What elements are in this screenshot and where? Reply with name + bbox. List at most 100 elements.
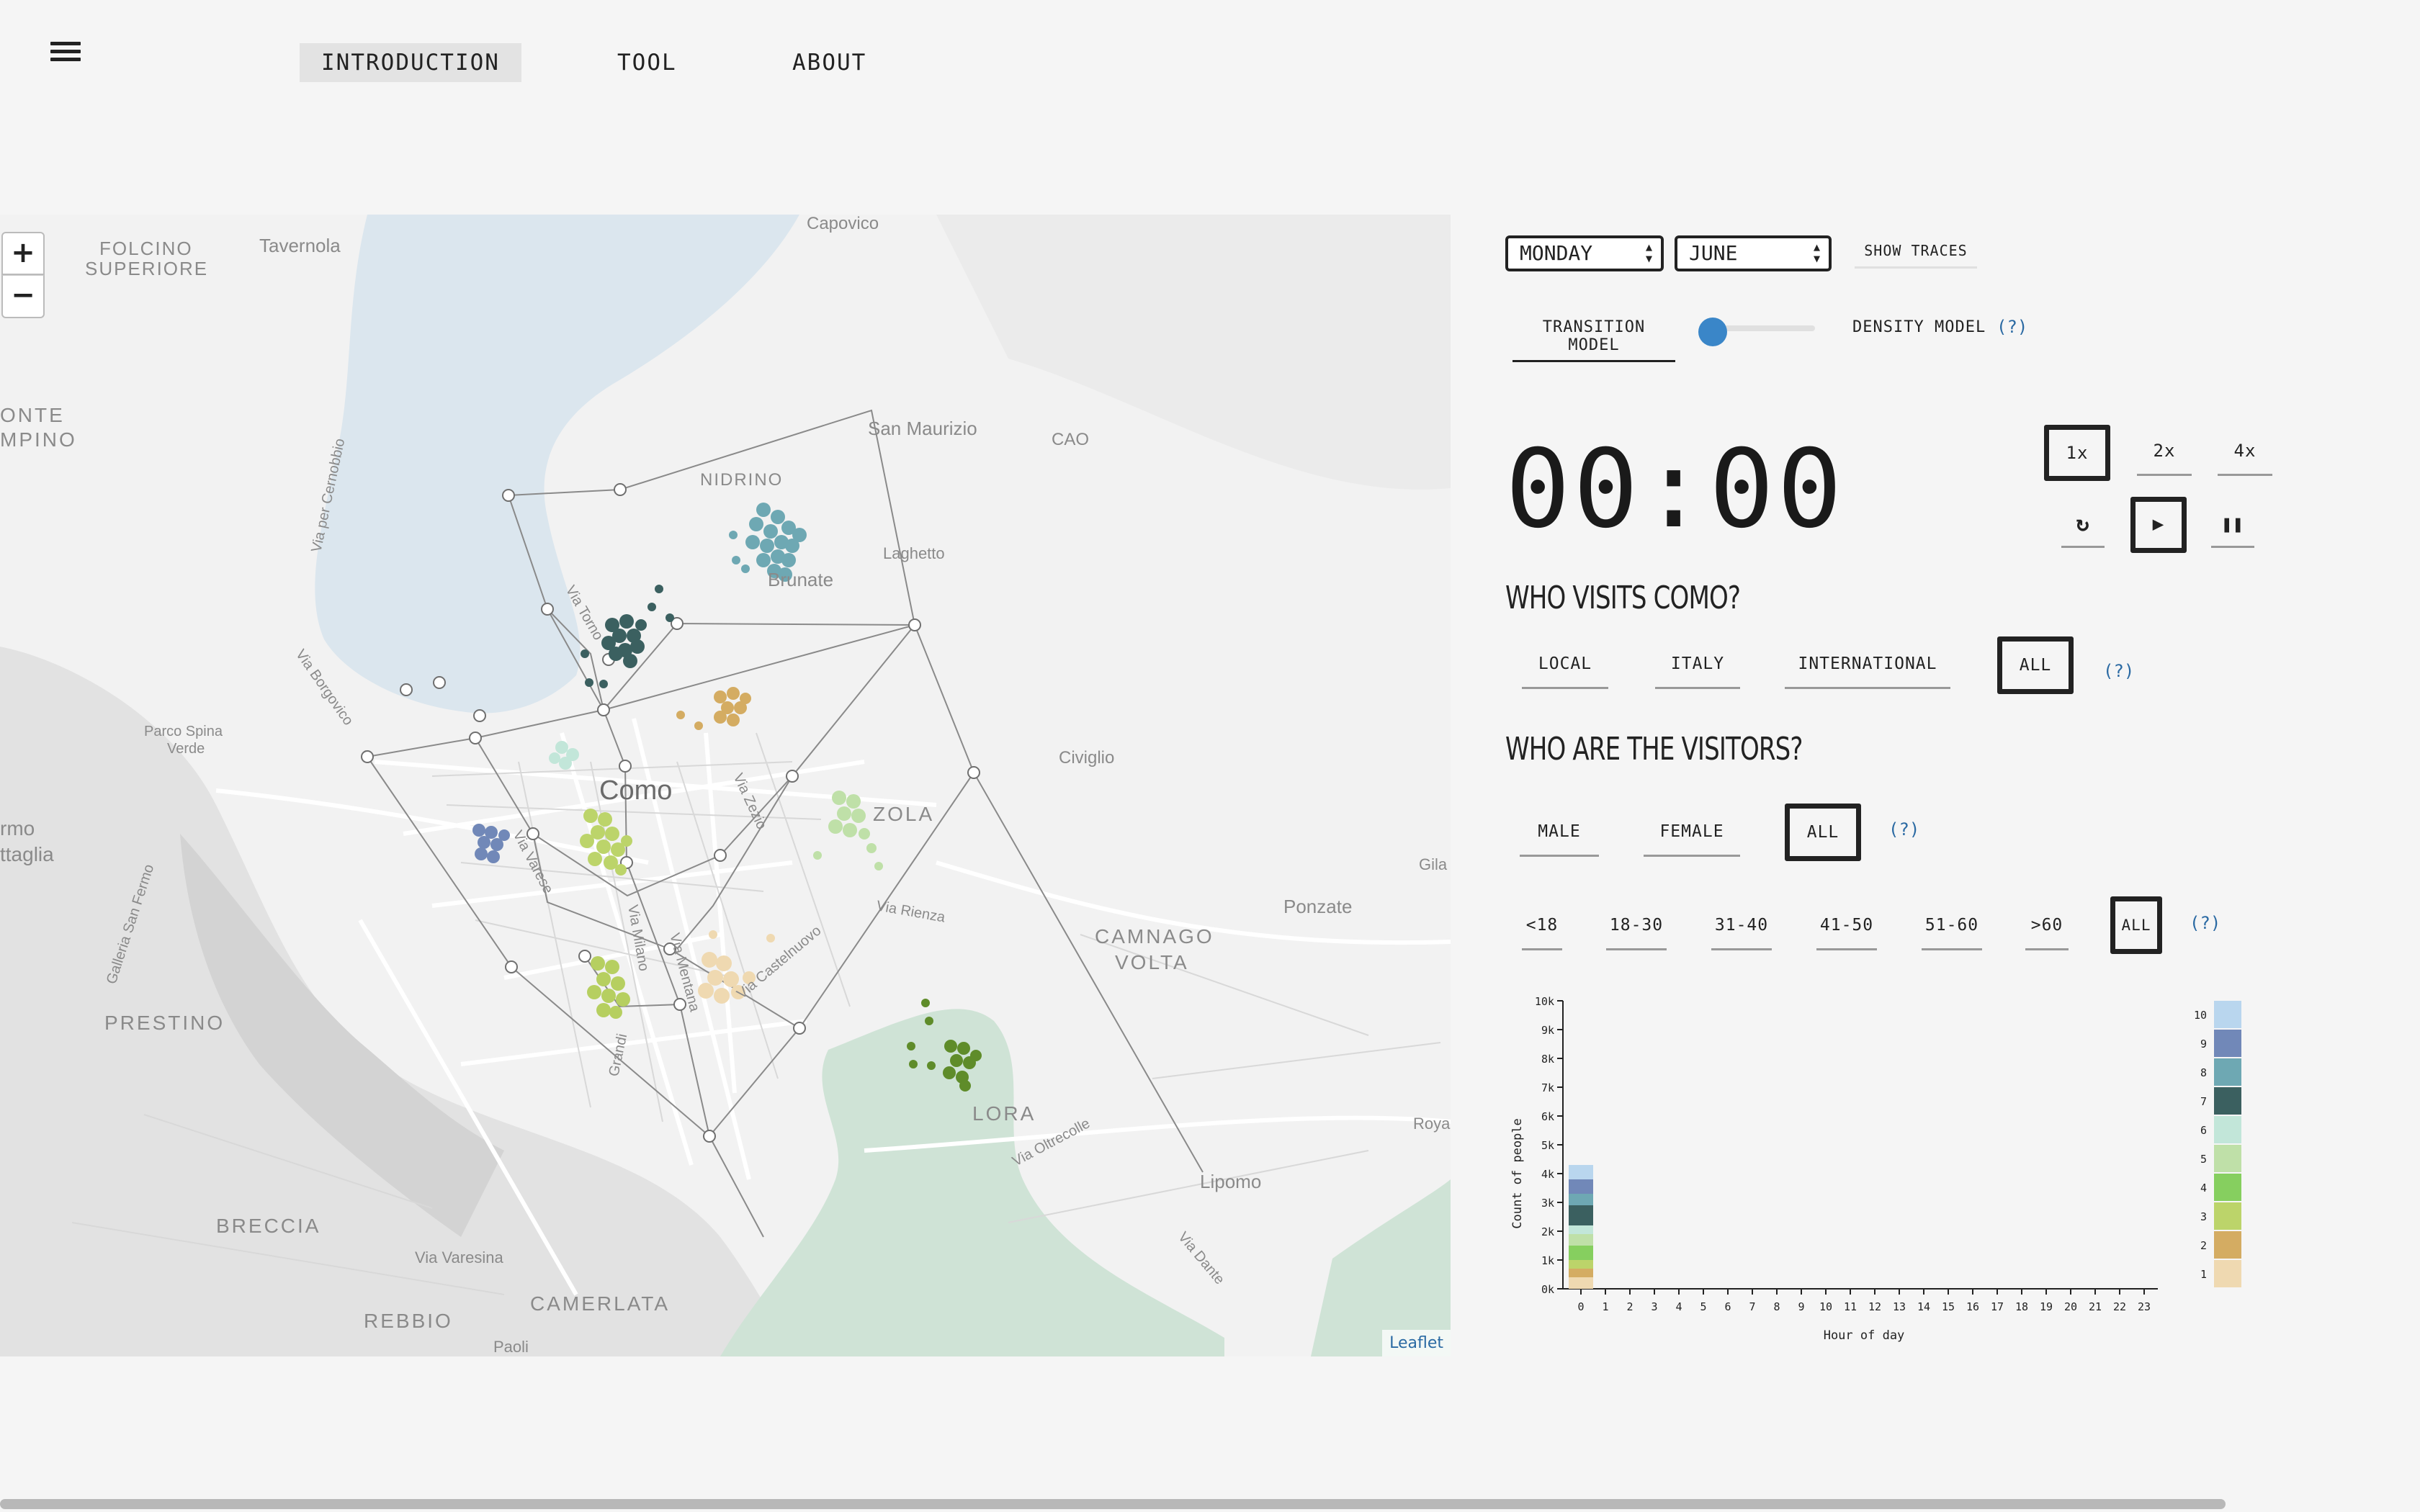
map[interactable]: Capovico FOLCINO SUPERIORE Tavernola ONT… [0,215,1451,1356]
help-gender-link[interactable]: (?) [1888,819,1919,840]
label-rebbio: REBBIO [364,1310,453,1332]
x-tick-label: 0 [1577,1300,1584,1313]
x-tick-label: 19 [2040,1300,2053,1313]
age-18-30-button[interactable]: 18-30 [1606,913,1667,950]
label-superiore: SUPERIORE [85,258,208,279]
label-onte: ONTE [0,404,65,426]
terrain-hills [936,215,1451,490]
x-tick-label: 10 [1819,1300,1832,1313]
model-toggle-knob[interactable] [1698,318,1727,346]
label-rmo: rmo [0,817,35,840]
speed-4x-button[interactable]: 4x [2218,436,2272,476]
label-roya: Roya [1413,1115,1451,1133]
label-via-dante: Via Dante [1175,1229,1227,1287]
density-model-label[interactable]: DENSITY MODEL [1852,318,1986,336]
help-age-link[interactable]: (?) [2190,913,2220,933]
y-tick-label: 5k [1541,1139,1554,1152]
label-via-rienza: Via Rienza [875,898,947,926]
label-grandi: Grandi [606,1032,630,1078]
day-select-value: MONDAY [1520,241,1593,265]
reset-icon[interactable]: ↻ [2061,506,2105,548]
nav-introduction[interactable]: INTRODUCTION [300,43,521,82]
label-civiglio: Civiglio [1059,748,1114,768]
legend-label: 1 [2200,1268,2207,1281]
origin-local-button[interactable]: LOCAL [1522,652,1608,689]
legend-label: 2 [2200,1239,2207,1252]
label-camerlata: CAMERLATA [530,1292,670,1315]
origin-italy-button[interactable]: ITALY [1655,652,1740,689]
label-nidrino: NIDRINO [700,470,783,490]
age-51-60-button[interactable]: 51-60 [1922,913,1982,950]
legend-swatch [2214,1174,2241,1201]
origin-international-button[interactable]: INTERNATIONAL [1785,652,1950,689]
label-lipomo: Lipomo [1200,1171,1261,1192]
legend-swatch [2214,1030,2241,1057]
legend-swatch [2214,1058,2241,1086]
day-select[interactable]: MONDAY ▲ ▼ [1505,235,1664,271]
cluster-south-west [587,956,630,1019]
bar-segment [1569,1277,1593,1289]
nav-about[interactable]: ABOUT [771,43,888,82]
show-traces-button[interactable]: SHOW TRACES [1855,242,1977,269]
bar-segment [1569,1269,1593,1277]
y-tick-label: 10k [1535,995,1554,1008]
age-under18-button[interactable]: <18 [1522,913,1562,950]
age-41-50-button[interactable]: 41-50 [1816,913,1877,950]
age-all-button[interactable]: ALL [2110,896,2162,954]
legend-swatch [2214,1260,2241,1287]
gender-all-button[interactable]: ALL [1785,804,1861,861]
origin-all-button[interactable]: ALL [1997,636,2074,694]
speed-2x-button[interactable]: 2x [2137,436,2192,476]
nav-tool[interactable]: TOOL [596,43,699,82]
label-parco-spina: Parco Spina [144,724,223,739]
x-tick-label: 17 [1991,1300,2004,1313]
gender-male-button[interactable]: MALE [1520,819,1599,857]
legend-label: 4 [2200,1182,2207,1194]
bar-segment [1569,1246,1593,1260]
horizontal-scrollbar[interactable] [0,1499,2226,1509]
zoom-in-button[interactable]: + [1,232,45,275]
label-ttaglia: ttaglia [0,843,54,865]
speed-1x-button[interactable]: 1x [2044,425,2110,481]
x-tick-label: 6 [1724,1300,1731,1313]
label-laghetto: Laghetto [883,544,945,562]
label-capovico: Capovico [807,215,879,233]
label-volta: VOLTA [1115,951,1189,973]
y-tick-label: 1k [1541,1254,1554,1267]
map-canvas: Capovico FOLCINO SUPERIORE Tavernola ONT… [0,215,1451,1356]
label-breccia: BRECCIA [216,1215,321,1237]
y-tick-label: 6k [1541,1110,1554,1123]
label-san-maurizio: San Maurizio [868,418,977,439]
play-icon[interactable]: ▶ [2130,497,2187,553]
bar-segment [1569,1179,1593,1194]
bar-segment [1569,1165,1593,1179]
x-tick-label: 9 [1798,1300,1804,1313]
label-gila: Gila [1419,855,1448,873]
leaflet-attribution[interactable]: Leaflet [1382,1330,1451,1356]
help-origin-link[interactable]: (?) [2103,661,2134,681]
age-over60-button[interactable]: >60 [2025,913,2069,950]
x-axis-label: Hour of day [1824,1328,1905,1343]
legend-label: 5 [2200,1153,2207,1166]
transition-model-label[interactable]: TRANSITION MODEL [1512,318,1675,362]
legend-label: 6 [2200,1124,2207,1137]
label-lora: LORA [972,1102,1036,1125]
help-model-link[interactable]: (?) [1996,317,2027,337]
x-tick-label: 2 [1626,1300,1633,1313]
menu-icon[interactable] [50,42,81,65]
age-31-40-button[interactable]: 31-40 [1711,913,1772,950]
x-tick-label: 18 [2015,1300,2028,1313]
legend-label: 3 [2200,1210,2207,1223]
cluster-center-east [676,687,751,730]
zoom-out-button[interactable]: − [1,275,45,318]
x-tick-label: 20 [2064,1300,2077,1313]
gender-female-button[interactable]: FEMALE [1644,819,1740,857]
label-ponzate: Ponzate [1283,896,1352,917]
label-brunate: Brunate [768,569,833,590]
y-axis-label: Count of people [1510,1118,1525,1229]
legend-swatch [2214,1202,2241,1230]
pause-icon[interactable]: ❚❚ [2211,506,2254,548]
bar-segment [1569,1225,1593,1234]
cluster-spina-verde [549,741,579,770]
month-select[interactable]: JUNE ▲ ▼ [1675,235,1832,271]
